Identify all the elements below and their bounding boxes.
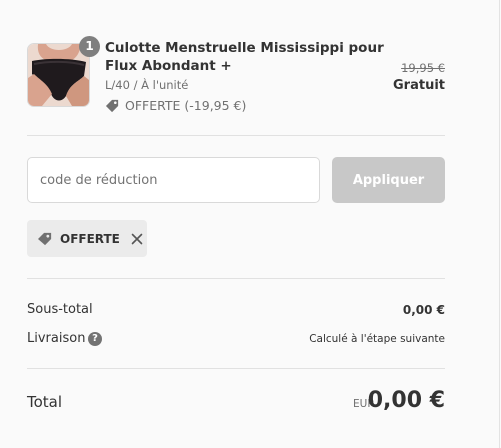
total-label: Total [27, 393, 63, 411]
quantity-badge: 1 [79, 36, 100, 57]
product-photo-icon [28, 44, 89, 106]
product-discount: OFFERTE (-19,95 €) [105, 96, 246, 114]
applied-discount-label: OFFERTE [60, 231, 120, 246]
total-amount: 0,00 € [367, 388, 445, 413]
product-discount-label: OFFERTE (-19,95 €) [125, 97, 247, 113]
divider [27, 278, 445, 279]
subtotal-label: Sous-total [27, 302, 93, 317]
remove-discount-button[interactable] [130, 232, 144, 246]
tag-icon [38, 232, 52, 246]
subtotal-value: 0,00 € [402, 303, 445, 317]
shipping-label: Livraison [27, 331, 86, 346]
product-title: Culotte Menstruelle Mississippi pour Flu… [105, 40, 384, 74]
applied-discount-tag: OFFERTE [27, 220, 147, 257]
tag-icon [105, 99, 119, 112]
divider [27, 135, 445, 136]
final-price: Gratuit [393, 78, 445, 93]
apply-discount-button[interactable]: Appliquer [332, 157, 445, 203]
close-icon [131, 233, 143, 244]
shipping-help-icon[interactable]: ? [88, 332, 102, 346]
original-price: 19,95 € [401, 61, 445, 75]
shipping-value: Calculé à l'étape suivante [309, 333, 445, 345]
discount-code-input[interactable] [27, 157, 320, 203]
divider [27, 368, 445, 369]
panel-divider [499, 0, 500, 448]
product-variant: L/40 / À l'unité [105, 78, 189, 92]
